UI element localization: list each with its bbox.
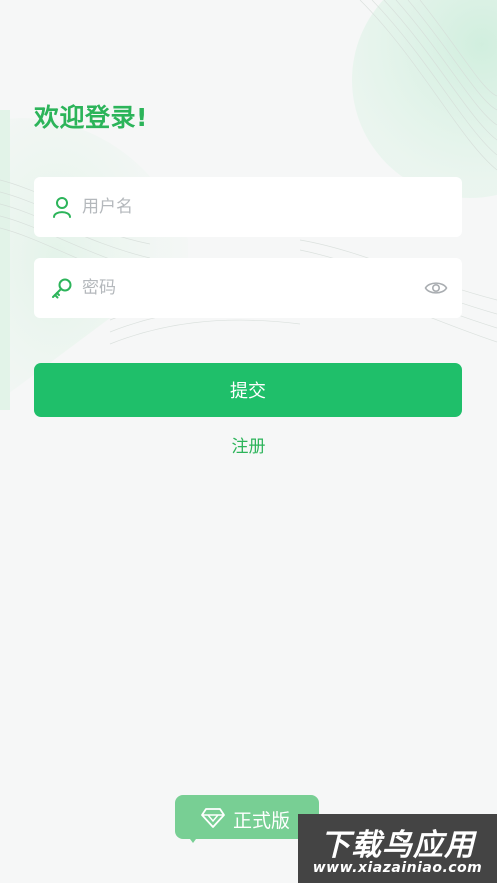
register-link[interactable]: 注册 — [232, 437, 266, 457]
eye-icon[interactable] — [424, 277, 448, 299]
username-field[interactable] — [34, 177, 462, 237]
version-label: 正式版 — [233, 810, 291, 832]
badge-tail — [187, 835, 199, 843]
submit-button[interactable]: 提交 — [34, 363, 462, 417]
watermark-url: www.xiazainiao.com — [312, 860, 483, 876]
watermark: 下载鸟应用 www.xiazainiao.com — [298, 814, 497, 883]
password-input[interactable] — [82, 258, 412, 318]
welcome-title: 欢迎登录! — [34, 103, 148, 132]
login-screen: 欢迎登录! 提交 注册 正式版 下载鸟应用 — [0, 0, 497, 883]
diamond-icon — [201, 808, 225, 828]
user-icon — [53, 197, 71, 218]
key-icon — [52, 278, 72, 299]
register-row: 注册 — [0, 432, 497, 457]
username-input[interactable] — [82, 177, 412, 237]
password-field[interactable] — [34, 258, 462, 318]
watermark-title: 下载鸟应用 — [320, 828, 475, 863]
